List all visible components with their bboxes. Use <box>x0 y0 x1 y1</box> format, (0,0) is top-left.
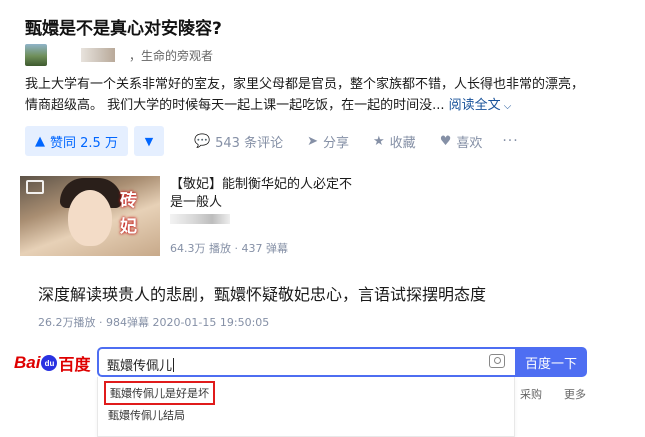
tv-logo-icon <box>26 180 44 194</box>
search-input[interactable]: 甄嬛传佩儿 <box>97 347 515 377</box>
more-options-button[interactable]: ··· <box>502 133 518 149</box>
answer-line-2: 情商超级高。 我们大学的时候每天一起上课一起吃饭，在一起的时间没... 阅读全文… <box>25 95 637 116</box>
favorite-label: 收藏 <box>389 135 416 151</box>
triangle-up-icon: ▲ <box>35 133 45 149</box>
search-button[interactable]: 百度一下 <box>515 347 587 377</box>
answer-excerpt[interactable]: 我上大学有一个关系非常好的室友，家里父母都是官员，整个家族都不错，人长得也非常的… <box>25 74 637 116</box>
avatar[interactable] <box>25 44 47 66</box>
like-label: 喜欢 <box>456 135 483 151</box>
share-label: 分享 <box>323 135 350 151</box>
like-button[interactable]: ♥ 喜欢 <box>440 132 483 151</box>
share-icon: ➤ <box>307 133 318 149</box>
answer-actions: ▲ 赞同 2.5 万 ▼ 💬 543 条评论 ➤ 分享 ★ 收藏 ♥ 喜欢 ··… <box>25 126 519 156</box>
suggestion-item[interactable]: 甄嬛传佩儿结局 <box>108 407 185 423</box>
share-button[interactable]: ➤ 分享 <box>307 132 349 151</box>
uploader-name-blurred <box>170 214 230 224</box>
thumbnail-figure-face <box>68 190 112 246</box>
video-thumbnail[interactable]: 砖妃 <box>20 176 160 256</box>
link-more[interactable]: 更多 <box>564 388 586 401</box>
baidu-logo-du: 百度 <box>58 357 91 374</box>
video-title[interactable]: 【敬妃】能制衡华妃的人必定不是一般人 <box>170 176 360 212</box>
comment-icon: 💬 <box>193 133 211 149</box>
question-title[interactable]: 甄嬛是不是真心对安陵容? <box>25 14 222 39</box>
author-info: ，生命的旁观者 <box>25 44 213 66</box>
comments-label: 543 条评论 <box>215 135 284 151</box>
chevron-down-icon: ⌵ <box>503 101 512 112</box>
read-more-label: 阅读全文 <box>448 98 501 113</box>
answer-line-2-text: 情商超级高。 我们大学的时候每天一起上课一起吃饭，在一起的时间没... <box>25 98 445 113</box>
search-query: 甄嬛传佩儿 <box>107 355 175 374</box>
author-bio: ，生命的旁观者 <box>129 48 214 63</box>
video-card-1[interactable]: 砖妃 【敬妃】能制衡华妃的人必定不是一般人 64.3万 播放 · 437 弹幕 <box>20 176 380 256</box>
paw-icon: du <box>41 355 58 371</box>
star-icon: ★ <box>373 133 385 149</box>
baidu-logo[interactable]: Bai du 百度 <box>14 350 90 376</box>
answer-line-1: 我上大学有一个关系非常好的室友，家里父母都是官员，整个家族都不错，人长得也非常的… <box>25 77 585 92</box>
heart-icon: ♥ <box>439 133 452 149</box>
video-meta: 64.3万 播放 · 437 弹幕 <box>170 242 288 255</box>
read-more-link[interactable]: 阅读全文 ⌵ <box>449 98 512 113</box>
baidu-logo-bai: Bai <box>14 353 41 372</box>
author-name-blurred[interactable] <box>81 48 115 62</box>
baidu-side-links: 采购 更多 <box>520 386 608 402</box>
downvote-button[interactable]: ▼ <box>133 126 164 156</box>
camera-icon[interactable] <box>489 354 505 368</box>
upvote-button[interactable]: ▲ 赞同 2.5 万 <box>25 126 128 156</box>
search-suggestions: 甄嬛传佩儿是好是坏 甄嬛传佩儿结局 <box>97 377 515 437</box>
search-query-text: 甄嬛传佩儿 <box>107 359 173 374</box>
video-2-meta: 26.2万播放 · 984弹幕 2020-01-15 19:50:05 <box>38 316 270 329</box>
upvote-label: 赞同 2.5 万 <box>50 135 118 151</box>
comments-button[interactable]: 💬 543 条评论 <box>194 132 283 151</box>
favorite-button[interactable]: ★ 收藏 <box>373 132 416 151</box>
triangle-down-icon: ▼ <box>144 134 154 148</box>
text-cursor <box>173 358 175 372</box>
suggestion-item[interactable]: 甄嬛传佩儿是好是坏 <box>104 381 215 405</box>
link-caigou[interactable]: 采购 <box>520 388 542 401</box>
thumbnail-caption: 砖妃 <box>120 191 137 237</box>
video-2-title[interactable]: 深度解读瑛贵人的悲剧，甄嬛怀疑敬妃忠心，言语试探摆明态度 <box>38 281 486 305</box>
